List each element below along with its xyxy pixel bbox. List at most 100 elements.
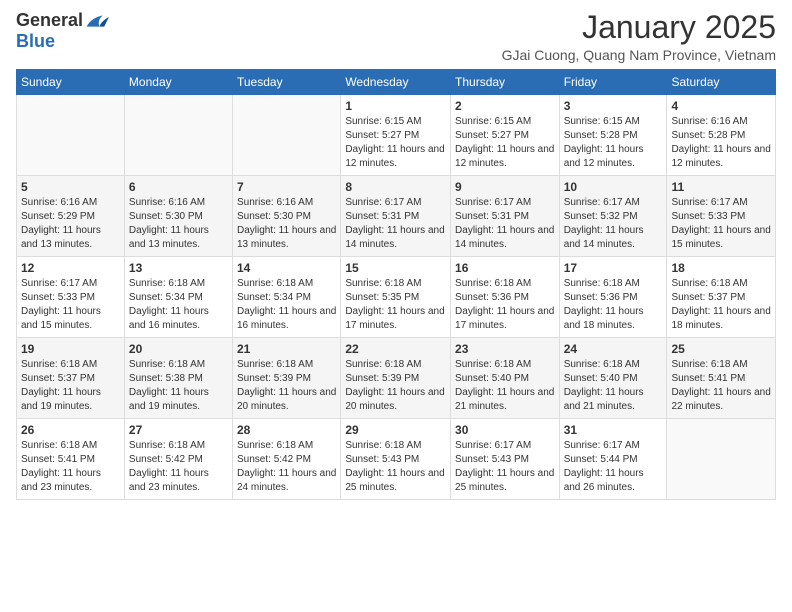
table-row: 27Sunrise: 6:18 AMSunset: 5:42 PMDayligh…: [124, 419, 232, 500]
table-row: 19Sunrise: 6:18 AMSunset: 5:37 PMDayligh…: [17, 338, 125, 419]
table-row: 22 Sunrise: 6:18 AMSunset: 5:39 PMDayligh…: [341, 338, 451, 419]
day-number: 26: [21, 423, 120, 437]
day-number: 12: [21, 261, 120, 275]
day-info: Sunrise: 6:15 AMSunset: 5:28 PMDaylight:…: [564, 115, 663, 171]
table-row: 18Sunrise: 6:18 AMSunset: 5:37 PMDayligh…: [667, 257, 776, 338]
day-info: Sunrise: 6:18 AMSunset: 5:38 PMDaylight:…: [129, 358, 228, 414]
day-info: Sunrise: 6:18 AMSunset: 5:39 PMDaylight:…: [345, 358, 446, 414]
day-info: Sunrise: 6:18 AMSunset: 5:36 PMDaylight:…: [564, 277, 663, 333]
day-number: 25: [671, 342, 771, 356]
day-number: 10: [564, 180, 663, 194]
day-info: Sunrise: 6:18 AMSunset: 5:41 PMDaylight:…: [671, 358, 771, 414]
day-number: 27: [129, 423, 228, 437]
day-number: 4: [671, 99, 771, 113]
table-row: 3 Sunrise: 6:15 AMSunset: 5:28 PMDaylight…: [559, 95, 667, 176]
day-number: 6: [129, 180, 228, 194]
day-number: 18: [671, 261, 771, 275]
day-info: Sunrise: 6:15 AMSunset: 5:27 PMDaylight:…: [345, 115, 446, 171]
table-row: 7 Sunrise: 6:16 AMSunset: 5:30 PMDaylight…: [233, 176, 341, 257]
table-row: 6 Sunrise: 6:16 AMSunset: 5:30 PMDaylight…: [124, 176, 232, 257]
calendar-week-row: 5Sunrise: 6:16 AMSunset: 5:29 PMDaylight…: [17, 176, 776, 257]
day-number: 2: [455, 99, 555, 113]
title-area: January 2025 GJai Cuong, Quang Nam Provi…: [502, 10, 776, 63]
day-number: 8: [345, 180, 446, 194]
calendar-week-row: 19Sunrise: 6:18 AMSunset: 5:37 PMDayligh…: [17, 338, 776, 419]
day-number: 14: [237, 261, 336, 275]
day-number: 11: [671, 180, 771, 194]
day-info: Sunrise: 6:18 AMSunset: 5:41 PMDaylight:…: [21, 439, 120, 495]
day-number: 7: [237, 180, 336, 194]
logo-blue-text: Blue: [16, 31, 55, 52]
table-row: [667, 419, 776, 500]
logo: General Blue: [16, 10, 109, 52]
table-row: 29Sunrise: 6:18 AMSunset: 5:43 PMDayligh…: [341, 419, 451, 500]
day-info: Sunrise: 6:18 AMSunset: 5:35 PMDaylight:…: [345, 277, 446, 333]
table-row: [124, 95, 232, 176]
day-info: Sunrise: 6:18 AMSunset: 5:43 PMDaylight:…: [345, 439, 446, 495]
day-info: Sunrise: 6:18 AMSunset: 5:36 PMDaylight:…: [455, 277, 555, 333]
col-saturday: Saturday: [667, 70, 776, 95]
month-title: January 2025: [502, 10, 776, 45]
header: General Blue January 2025 GJai Cuong, Qu…: [16, 10, 776, 63]
day-info: Sunrise: 6:18 AMSunset: 5:40 PMDaylight:…: [455, 358, 555, 414]
table-row: 24 Sunrise: 6:18 AMSunset: 5:40 PMDayligh…: [559, 338, 667, 419]
col-wednesday: Wednesday: [341, 70, 451, 95]
table-row: 1Sunrise: 6:15 AMSunset: 5:27 PMDaylight…: [341, 95, 451, 176]
col-monday: Monday: [124, 70, 232, 95]
day-number: 3: [564, 99, 663, 113]
day-info: Sunrise: 6:16 AMSunset: 5:30 PMDaylight:…: [129, 196, 228, 252]
table-row: 28 Sunrise: 6:18 AMSunset: 5:42 PMDayligh…: [233, 419, 341, 500]
col-tuesday: Tuesday: [233, 70, 341, 95]
day-info: Sunrise: 6:16 AMSunset: 5:30 PMDaylight:…: [237, 196, 336, 252]
col-friday: Friday: [559, 70, 667, 95]
table-row: 5Sunrise: 6:16 AMSunset: 5:29 PMDaylight…: [17, 176, 125, 257]
day-number: 19: [21, 342, 120, 356]
day-number: 20: [129, 342, 228, 356]
table-row: [17, 95, 125, 176]
table-row: 9Sunrise: 6:17 AMSunset: 5:31 PMDaylight…: [451, 176, 560, 257]
day-number: 24: [564, 342, 663, 356]
day-number: 23: [455, 342, 555, 356]
logo-bird-icon: [85, 11, 109, 31]
day-number: 13: [129, 261, 228, 275]
table-row: 12 Sunrise: 6:17 AMSunset: 5:33 PMDayligh…: [17, 257, 125, 338]
table-row: 10 Sunrise: 6:17 AMSunset: 5:32 PMDayligh…: [559, 176, 667, 257]
table-row: 11 Sunrise: 6:17 AMSunset: 5:33 PMDayligh…: [667, 176, 776, 257]
table-row: 15 Sunrise: 6:18 AMSunset: 5:35 PMDayligh…: [341, 257, 451, 338]
table-row: 4 Sunrise: 6:16 AMSunset: 5:28 PMDaylight…: [667, 95, 776, 176]
table-row: [233, 95, 341, 176]
day-number: 9: [455, 180, 555, 194]
day-number: 30: [455, 423, 555, 437]
day-info: Sunrise: 6:17 AMSunset: 5:33 PMDaylight:…: [21, 277, 120, 333]
calendar-header-row: Sunday Monday Tuesday Wednesday Thursday…: [17, 70, 776, 95]
day-number: 5: [21, 180, 120, 194]
col-thursday: Thursday: [451, 70, 560, 95]
day-info: Sunrise: 6:16 AMSunset: 5:28 PMDaylight:…: [671, 115, 771, 171]
day-info: Sunrise: 6:17 AMSunset: 5:33 PMDaylight:…: [671, 196, 771, 252]
day-info: Sunrise: 6:18 AMSunset: 5:39 PMDaylight:…: [237, 358, 336, 414]
day-info: Sunrise: 6:18 AMSunset: 5:34 PMDaylight:…: [129, 277, 228, 333]
day-info: Sunrise: 6:17 AMSunset: 5:32 PMDaylight:…: [564, 196, 663, 252]
table-row: 30 Sunrise: 6:17 AMSunset: 5:43 PMDayligh…: [451, 419, 560, 500]
day-number: 28: [237, 423, 336, 437]
calendar-week-row: 26 Sunrise: 6:18 AMSunset: 5:41 PMDayligh…: [17, 419, 776, 500]
table-row: 23 Sunrise: 6:18 AMSunset: 5:40 PMDayligh…: [451, 338, 560, 419]
day-number: 16: [455, 261, 555, 275]
day-number: 31: [564, 423, 663, 437]
day-info: Sunrise: 6:17 AMSunset: 5:43 PMDaylight:…: [455, 439, 555, 495]
day-info: Sunrise: 6:18 AMSunset: 5:34 PMDaylight:…: [237, 277, 336, 333]
table-row: 2Sunrise: 6:15 AMSunset: 5:27 PMDaylight…: [451, 95, 560, 176]
day-info: Sunrise: 6:17 AMSunset: 5:31 PMDaylight:…: [345, 196, 446, 252]
day-number: 15: [345, 261, 446, 275]
day-number: 22: [345, 342, 446, 356]
table-row: 20 Sunrise: 6:18 AMSunset: 5:38 PMDayligh…: [124, 338, 232, 419]
day-info: Sunrise: 6:17 AMSunset: 5:44 PMDaylight:…: [564, 439, 663, 495]
table-row: 8 Sunrise: 6:17 AMSunset: 5:31 PMDaylight…: [341, 176, 451, 257]
location-subtitle: GJai Cuong, Quang Nam Province, Vietnam: [502, 47, 776, 63]
day-number: 21: [237, 342, 336, 356]
day-info: Sunrise: 6:18 AMSunset: 5:42 PMDaylight:…: [237, 439, 336, 495]
page: General Blue January 2025 GJai Cuong, Qu…: [0, 0, 792, 510]
calendar-table: Sunday Monday Tuesday Wednesday Thursday…: [16, 69, 776, 500]
day-number: 17: [564, 261, 663, 275]
day-info: Sunrise: 6:18 AMSunset: 5:40 PMDaylight:…: [564, 358, 663, 414]
